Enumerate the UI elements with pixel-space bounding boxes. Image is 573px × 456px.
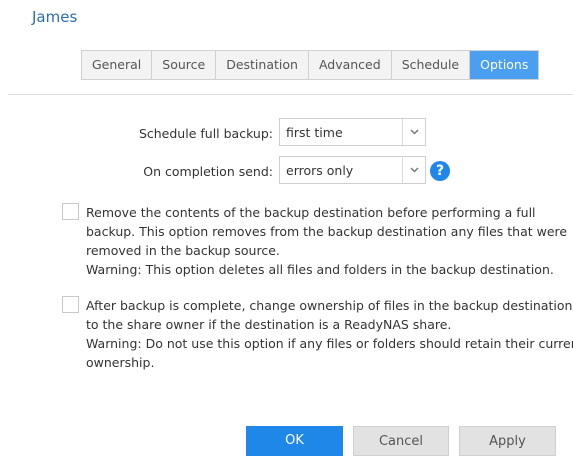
change-ownership-checkbox[interactable]	[62, 296, 79, 313]
option-line: ownership.	[86, 355, 155, 370]
tab-general[interactable]: General	[82, 51, 153, 79]
tab-advanced[interactable]: Advanced	[309, 51, 392, 79]
option-line: Warning: Do not use this option if any f…	[86, 336, 573, 351]
option-line: Warning: This option deletes all files a…	[86, 262, 554, 277]
full-backup-value: first time	[286, 125, 343, 140]
completion-label: On completion send:	[143, 164, 273, 179]
chevron-down-icon	[402, 119, 425, 145]
cancel-button[interactable]: Cancel	[353, 426, 449, 456]
full-backup-select[interactable]: first time	[279, 118, 426, 146]
option-line: removed in the backup source.	[86, 243, 280, 258]
help-icon[interactable]: ?	[430, 161, 450, 181]
option-line: backup. This option removes from the bac…	[86, 224, 568, 239]
full-backup-label: Schedule full backup:	[138, 126, 273, 141]
remove-contents-text: Remove the contents of the backup destin…	[86, 203, 568, 279]
tab-schedule[interactable]: Schedule	[392, 51, 471, 79]
chevron-down-icon	[402, 157, 425, 183]
change-ownership-text: After backup is complete, change ownersh…	[86, 296, 573, 372]
ok-button[interactable]: OK	[246, 426, 343, 456]
backup-options-dialog: James General Source Destination Advance…	[0, 0, 573, 456]
completion-select[interactable]: errors only	[279, 156, 426, 184]
remove-contents-checkbox[interactable]	[62, 203, 79, 220]
apply-button[interactable]: Apply	[459, 426, 556, 456]
tab-options[interactable]: Options	[470, 51, 539, 79]
backup-job-title: James	[32, 8, 78, 26]
tab-destination[interactable]: Destination	[216, 51, 309, 79]
option-line: to the share owner if the destination is…	[86, 317, 452, 332]
tab-source[interactable]: Source	[152, 51, 217, 79]
option-line: After backup is complete, change ownersh…	[86, 298, 573, 313]
option-line: Remove the contents of the backup destin…	[86, 205, 536, 220]
completion-value: errors only	[286, 163, 354, 178]
tab-bar: General Source Destination Advanced Sche…	[81, 50, 540, 80]
section-divider	[8, 94, 573, 95]
